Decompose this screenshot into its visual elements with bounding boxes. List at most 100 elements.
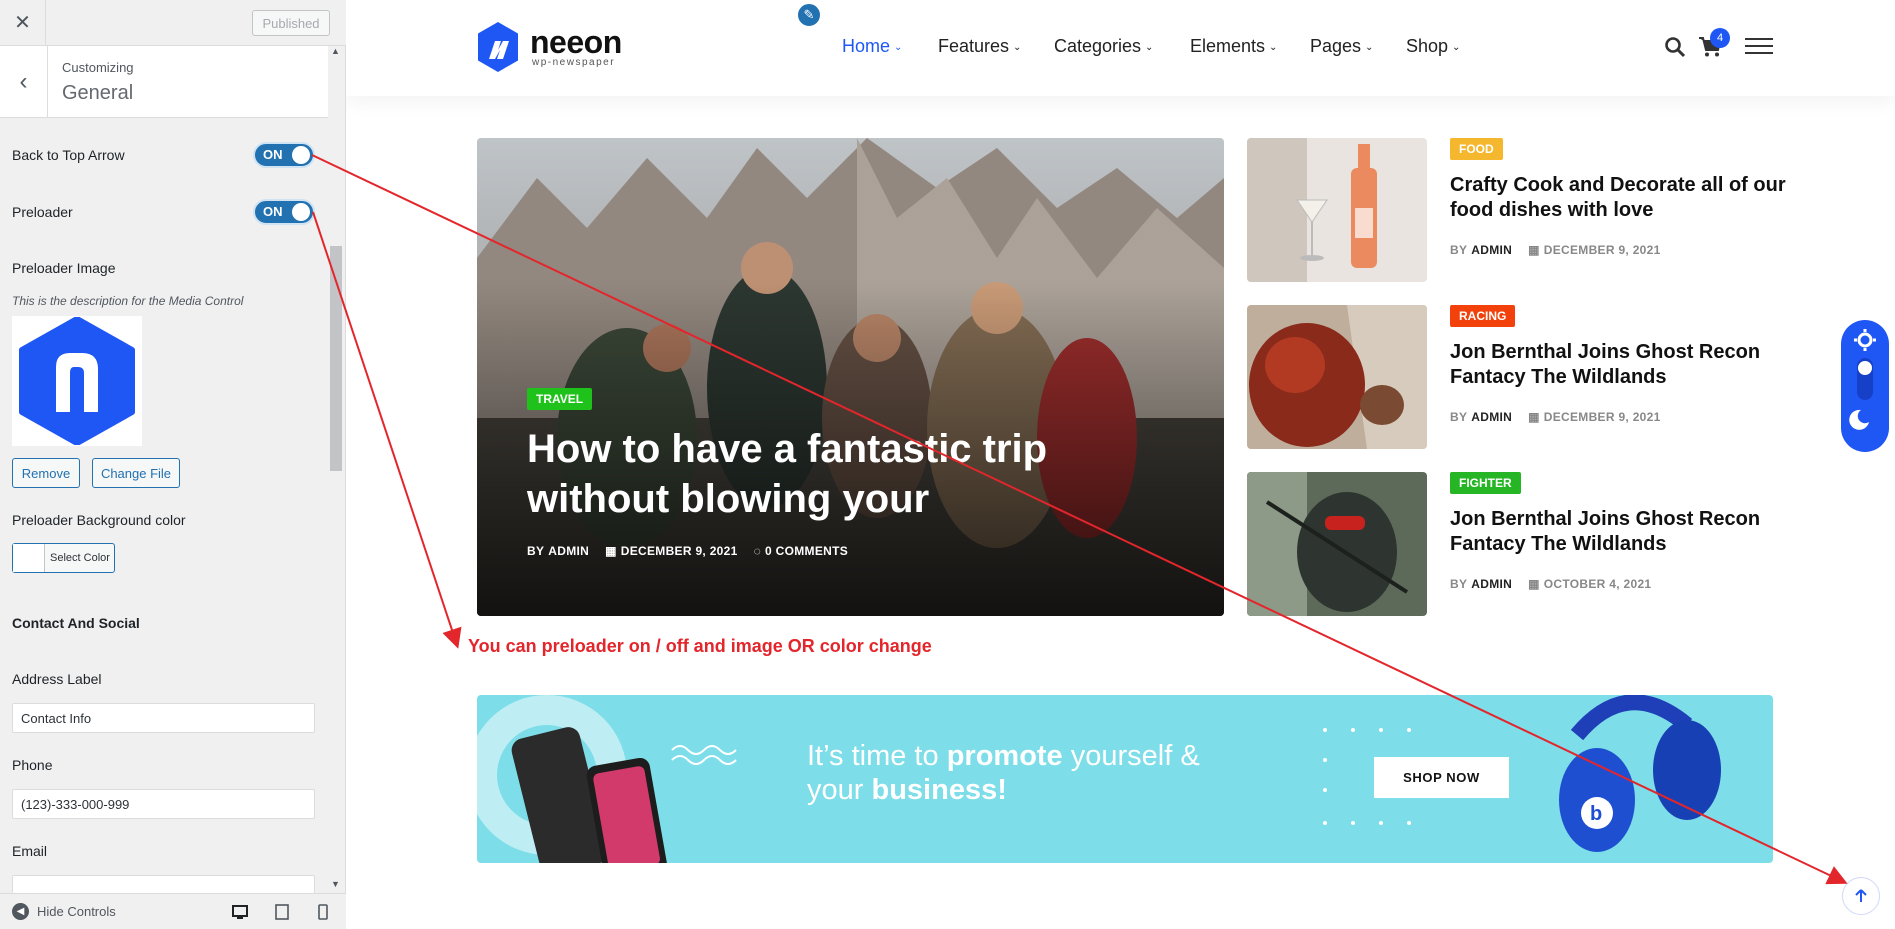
promo-text-part: It’s time to bbox=[807, 740, 947, 772]
nav-elements[interactable]: Elements ⌄ bbox=[1190, 36, 1277, 57]
media-description: This is the description for the Media Co… bbox=[12, 294, 244, 308]
site-header: neeon wp-newspaper ✎ Home ⌄ Features ⌄ Cat… bbox=[346, 0, 1895, 96]
hero-category-badge[interactable]: TRAVEL bbox=[527, 388, 593, 410]
post-thumbnail[interactable] bbox=[1247, 138, 1427, 282]
post-title[interactable]: Jon Bernthal Joins Ghost Recon Fantacy T… bbox=[1450, 340, 1790, 390]
hamburger-menu-icon[interactable] bbox=[1745, 37, 1773, 55]
back-to-top-label: Back to Top Arrow bbox=[12, 147, 125, 163]
toggle-state-text: ON bbox=[263, 204, 283, 219]
published-button[interactable]: Published bbox=[252, 10, 330, 36]
customizer-sidebar: ✕ Published ‹ Customizing General ▲ ▼ Ba… bbox=[0, 0, 346, 929]
customizer-footer: ◀ Hide Controls bbox=[0, 893, 346, 929]
by-label: BY bbox=[1450, 577, 1468, 591]
post-meta: BY ADMIN ▦ OCTOBER 4, 2021 bbox=[1450, 577, 1651, 591]
by-label: BY bbox=[1450, 410, 1468, 424]
nav-features[interactable]: Features ⌄ bbox=[938, 36, 1021, 57]
desktop-preview-icon[interactable] bbox=[231, 903, 249, 921]
email-label: Email bbox=[12, 843, 48, 859]
scroll-down-icon[interactable]: ▼ bbox=[331, 879, 340, 889]
customizer-topbar: ✕ Published bbox=[0, 0, 346, 46]
post-meta: BY ADMIN ▦ DECEMBER 9, 2021 bbox=[1450, 243, 1661, 257]
racing-thumbnail-image bbox=[1247, 305, 1427, 449]
scrollbar-thumb[interactable] bbox=[330, 246, 342, 471]
remove-button[interactable]: Remove bbox=[12, 458, 80, 488]
chevron-down-icon: ⌄ bbox=[1269, 42, 1278, 53]
comment-count[interactable]: 0 COMMENTS bbox=[765, 544, 848, 558]
toggle-knob bbox=[292, 203, 310, 221]
calendar-icon: ▦ bbox=[1528, 577, 1540, 591]
hide-controls-label: Hide Controls bbox=[37, 904, 116, 919]
preloader-image-preview bbox=[12, 316, 142, 446]
nav-label: Features bbox=[938, 36, 1010, 56]
change-file-button[interactable]: Change File bbox=[92, 458, 180, 488]
nav-home[interactable]: Home ⌄ bbox=[842, 36, 902, 57]
site-logo-name[interactable]: neeon bbox=[530, 24, 622, 61]
post-category-badge[interactable]: FIGHTER bbox=[1450, 472, 1521, 494]
phone-input[interactable]: (123)-333-000-999 bbox=[12, 789, 315, 819]
post-date: DECEMBER 9, 2021 bbox=[620, 544, 738, 558]
post-title[interactable]: Crafty Cook and Decorate all of our food… bbox=[1450, 173, 1790, 223]
chevron-down-icon: ⌄ bbox=[1452, 42, 1461, 53]
cart-count-badge: 4 bbox=[1710, 28, 1730, 48]
preloader-image-label: Preloader Image bbox=[12, 260, 116, 276]
hide-controls-button[interactable]: ◀ Hide Controls bbox=[12, 903, 116, 920]
back-arrow-icon[interactable]: ‹ bbox=[0, 46, 48, 118]
tablet-preview-icon[interactable] bbox=[273, 903, 291, 921]
email-input[interactable] bbox=[12, 875, 315, 893]
hero-title[interactable]: How to have a fantastic trip without blo… bbox=[527, 424, 1127, 524]
select-color-label: Select Color bbox=[50, 552, 110, 564]
post-date: DECEMBER 9, 2021 bbox=[1543, 243, 1661, 257]
edit-pen-icon[interactable]: ✎ bbox=[796, 2, 822, 28]
promo-banner[interactable]: b It’s time to promote yourself & your b… bbox=[477, 695, 1773, 863]
post-title[interactable]: Jon Bernthal Joins Ghost Recon Fantacy T… bbox=[1450, 507, 1790, 557]
chevron-down-icon: ⌄ bbox=[1365, 42, 1374, 53]
author-link[interactable]: ADMIN bbox=[548, 544, 589, 558]
toggle-knob bbox=[292, 146, 310, 164]
theme-mode-switch[interactable] bbox=[1841, 320, 1889, 452]
toggle-state-text: ON bbox=[263, 147, 283, 162]
author-link[interactable]: ADMIN bbox=[1471, 410, 1512, 424]
scroll-up-icon[interactable]: ▲ bbox=[331, 46, 340, 56]
nav-pages[interactable]: Pages ⌄ bbox=[1310, 36, 1373, 57]
preloader-toggle[interactable]: ON bbox=[253, 199, 315, 225]
author-link[interactable]: ADMIN bbox=[1471, 577, 1512, 591]
promo-text-bold: promote bbox=[946, 740, 1063, 772]
author-link[interactable]: ADMIN bbox=[1471, 243, 1512, 257]
by-label: BY bbox=[1450, 243, 1468, 257]
select-color-button[interactable]: Select Color bbox=[12, 543, 115, 573]
arrow-up-icon bbox=[1855, 889, 1867, 902]
post-thumbnail[interactable] bbox=[1247, 472, 1427, 616]
post-thumbnail[interactable] bbox=[1247, 305, 1427, 449]
address-input[interactable]: Contact Info bbox=[12, 703, 315, 733]
promo-text-part: yourself & bbox=[1062, 740, 1200, 772]
annotation-text: You can preloader on / off and image OR … bbox=[468, 636, 932, 656]
sidebar-scrollbar[interactable]: ▲ ▼ bbox=[330, 46, 342, 889]
nav-shop[interactable]: Shop ⌄ bbox=[1406, 36, 1460, 57]
shop-now-button[interactable]: SHOP NOW bbox=[1374, 757, 1509, 798]
back-to-top-toggle[interactable]: ON bbox=[253, 142, 315, 168]
calendar-icon: ▦ bbox=[1528, 410, 1540, 424]
calendar-icon: ▦ bbox=[1528, 243, 1540, 257]
promo-text-part: your bbox=[807, 774, 872, 806]
post-category-badge[interactable]: RACING bbox=[1450, 305, 1516, 327]
calendar-icon: ▦ bbox=[605, 544, 617, 558]
back-to-top-button[interactable] bbox=[1842, 877, 1880, 915]
search-icon[interactable] bbox=[1664, 36, 1686, 58]
site-logo-tagline: wp-newspaper bbox=[532, 57, 616, 68]
mode-switch-graphics bbox=[1849, 329, 1876, 430]
collapse-icon: ◀ bbox=[12, 903, 29, 920]
hero-post[interactable]: TRAVEL How to have a fantastic trip with… bbox=[477, 138, 1224, 616]
post-meta: BY ADMIN ▦ DECEMBER 9, 2021 bbox=[1450, 410, 1661, 424]
preloader-label: Preloader bbox=[12, 204, 73, 220]
post-category-badge[interactable]: FOOD bbox=[1450, 138, 1503, 160]
nav-label: Categories bbox=[1054, 36, 1142, 56]
section-header: ‹ Customizing General bbox=[0, 46, 328, 118]
chevron-down-icon: ⌄ bbox=[1013, 42, 1022, 53]
svg-text:b: b bbox=[1590, 803, 1602, 825]
nav-categories[interactable]: Categories ⌄ bbox=[1054, 36, 1153, 57]
close-icon[interactable]: ✕ bbox=[0, 0, 46, 45]
site-logo-icon[interactable] bbox=[476, 21, 520, 73]
neeon-logo-icon bbox=[19, 317, 135, 445]
mobile-preview-icon[interactable] bbox=[314, 903, 332, 921]
preloader-bg-label: Preloader Background color bbox=[12, 512, 186, 528]
